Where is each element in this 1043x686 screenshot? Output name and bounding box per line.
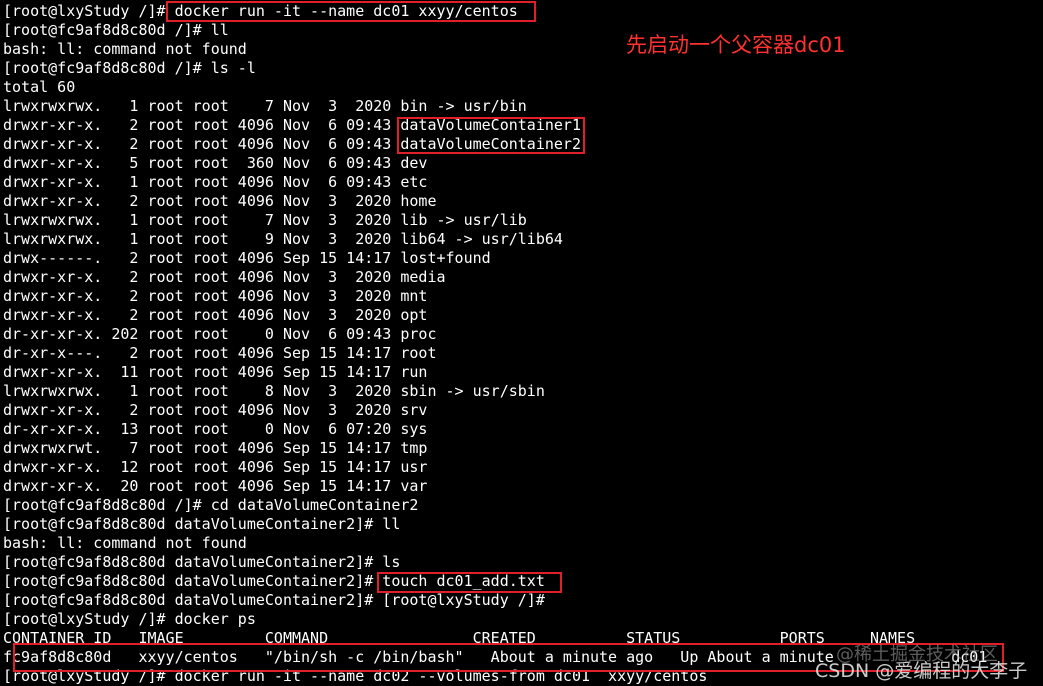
terminal-line: [root@fc9af8d8c80d dataVolumeContainer2]…	[3, 553, 401, 571]
terminal-line: drwxr-xr-x. 2 root root 4096 Nov 3 2020 …	[3, 192, 437, 210]
terminal-line: [root@fc9af8d8c80d dataVolumeContainer2]…	[3, 591, 545, 609]
terminal-line: drwxr-xr-x. 20 root root 4096 Sep 15 14:…	[3, 477, 428, 495]
annotation-text: 先启动一个父容器dc01	[626, 33, 846, 57]
terminal-line: [root@fc9af8d8c80d dataVolumeContainer2]…	[3, 515, 401, 533]
terminal-line: drwxr-xr-x. 1 root root 4096 Nov 6 09:43…	[3, 173, 428, 191]
terminal-line: drwxr-xr-x. 2 root root 4096 Nov 3 2020 …	[3, 268, 446, 286]
terminal-line: dr-xr-x---. 2 root root 4096 Sep 15 14:1…	[3, 344, 437, 362]
terminal-output[interactable]: [root@lxyStudy /]# docker run -it --name…	[3, 2, 1043, 686]
terminal-line: drwxr-xr-x. 2 root root 4096 Nov 6 09:43…	[3, 116, 581, 134]
terminal-line: drwxr-xr-x. 2 root root 4096 Nov 3 2020 …	[3, 306, 428, 324]
terminal-line: [root@fc9af8d8c80d /]# cd dataVolumeCont…	[3, 496, 419, 514]
terminal-line: drwxr-xr-x. 2 root root 4096 Nov 3 2020 …	[3, 401, 428, 419]
terminal-line: [root@lxyStudy /]# docker ps	[3, 610, 256, 628]
terminal-line: drwx------. 2 root root 4096 Sep 15 14:1…	[3, 249, 491, 267]
terminal-line: dr-xr-xr-x. 13 root root 0 Nov 6 07:20 s…	[3, 420, 428, 438]
terminal-line: bash: ll: command not found	[3, 40, 247, 58]
terminal-line: lrwxrwxrwx. 1 root root 9 Nov 3 2020 lib…	[3, 230, 563, 248]
terminal-line: drwxr-xr-x. 5 root root 360 Nov 6 09:43 …	[3, 154, 428, 172]
terminal-line: drwxr-xr-x. 2 root root 4096 Nov 3 2020 …	[3, 287, 428, 305]
terminal-line: lrwxrwxrwx. 1 root root 7 Nov 3 2020 bin…	[3, 97, 527, 115]
terminal-line: drwxr-xr-x. 2 root root 4096 Nov 6 09:43…	[3, 135, 581, 153]
terminal-line: [root@fc9af8d8c80d dataVolumeContainer2]…	[3, 572, 545, 590]
terminal-line: drwxr-xr-x. 11 root root 4096 Sep 15 14:…	[3, 363, 428, 381]
terminal-line: [root@lxyStudy /]# docker run -it --name…	[3, 2, 518, 20]
terminal-line: lrwxrwxrwx. 1 root root 8 Nov 3 2020 sbi…	[3, 382, 545, 400]
terminal-line: [root@fc9af8d8c80d /]# ls -l	[3, 59, 256, 77]
terminal-line: bash: ll: command not found	[3, 534, 247, 552]
terminal-line: [root@fc9af8d8c80d /]# ll	[3, 21, 229, 39]
terminal-line: lrwxrwxrwx. 1 root root 7 Nov 3 2020 lib…	[3, 211, 527, 229]
terminal-line: drwxrwxrwt. 7 root root 4096 Sep 15 14:1…	[3, 439, 428, 457]
watermark-csdn: CSDN @爱编程的大李子	[815, 660, 1028, 682]
terminal-line: dr-xr-xr-x. 202 root root 0 Nov 6 09:43 …	[3, 325, 437, 343]
terminal-line: drwxr-xr-x. 12 root root 4096 Sep 15 14:…	[3, 458, 428, 476]
terminal-line: total 60	[3, 78, 76, 96]
